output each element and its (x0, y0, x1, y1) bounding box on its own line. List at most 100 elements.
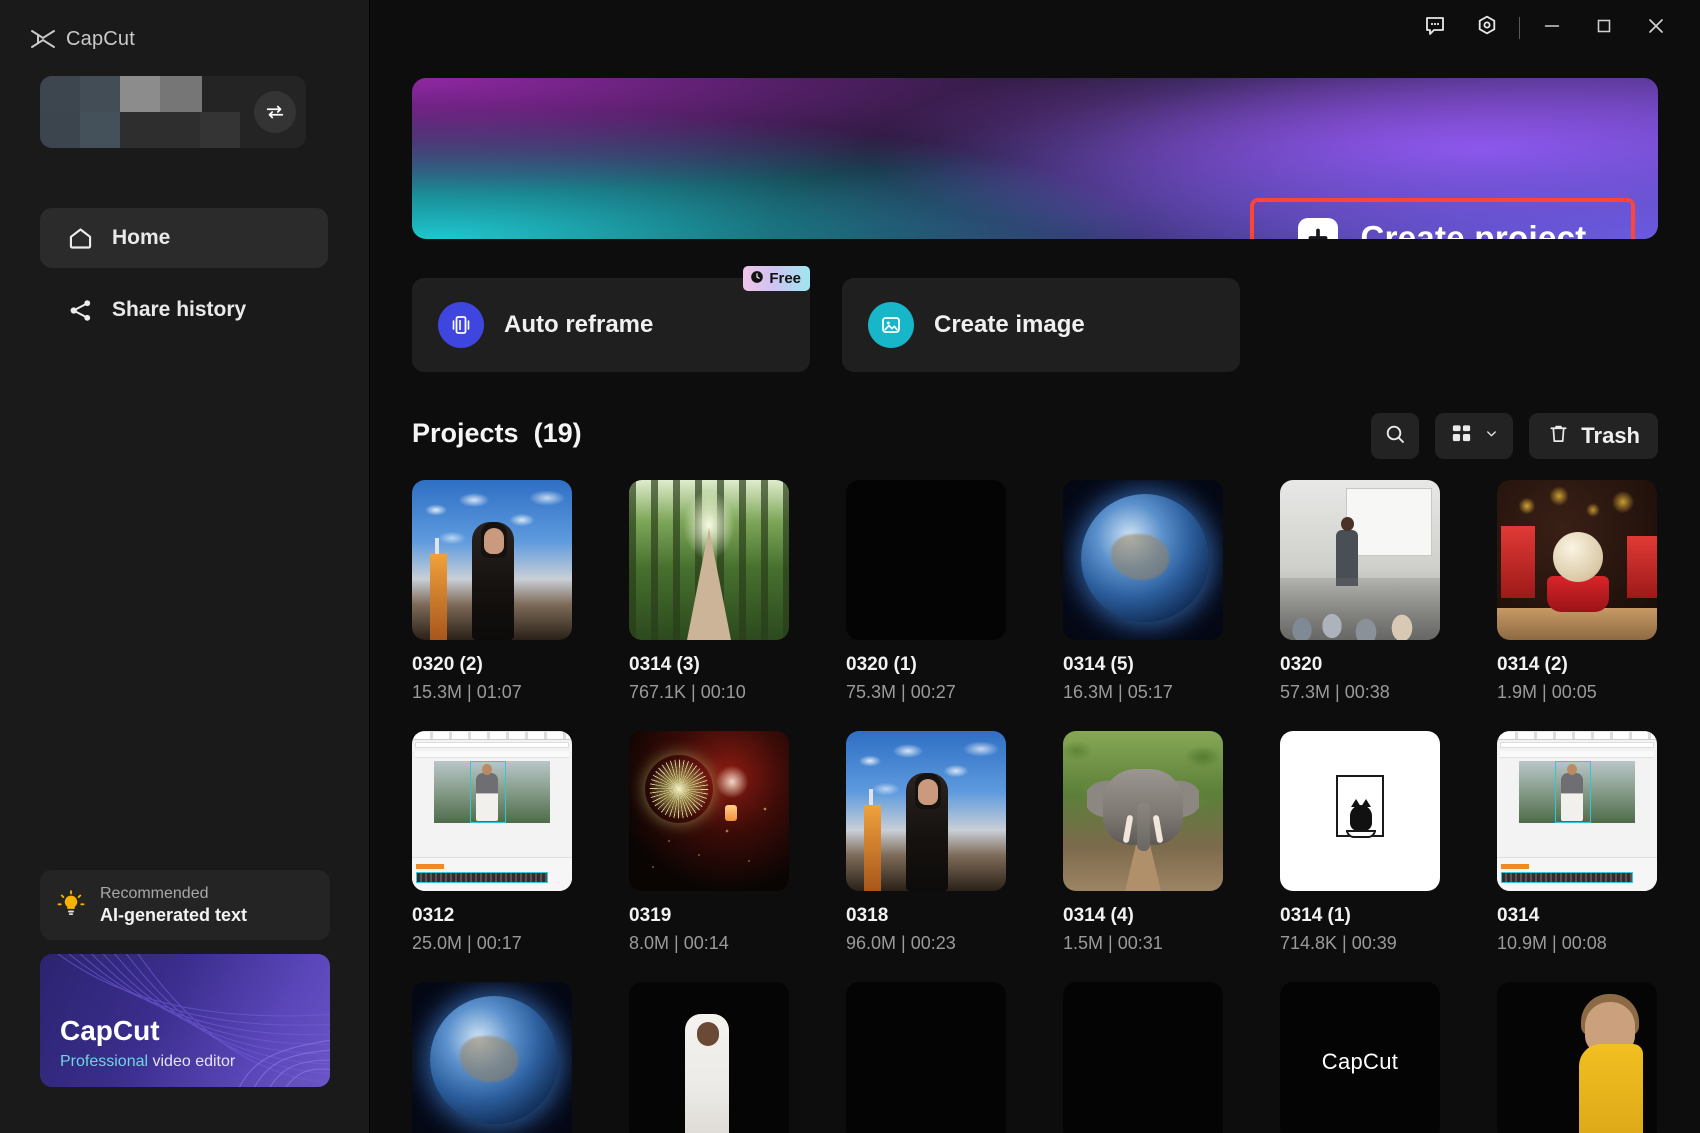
project-card[interactable] (846, 982, 1006, 1133)
close-button[interactable] (1630, 5, 1682, 51)
project-thumbnail[interactable] (846, 731, 1006, 891)
project-meta: 714.8K | 00:39 (1280, 933, 1440, 954)
project-thumbnail[interactable] (412, 982, 572, 1133)
project-thumbnail[interactable] (1280, 731, 1440, 891)
project-meta: 57.3M | 00:38 (1280, 682, 1440, 703)
project-card[interactable] (1063, 982, 1223, 1133)
project-thumbnail[interactable] (629, 480, 789, 640)
project-name: 0320 (1) (846, 654, 1006, 676)
project-card[interactable] (1497, 982, 1657, 1133)
project-thumbnail[interactable] (846, 480, 1006, 640)
project-thumbnail[interactable] (629, 982, 789, 1133)
project-card[interactable]: 0314 (4) 1.5M | 00:31 (1063, 731, 1223, 954)
chevron-down-icon (1484, 426, 1499, 446)
project-card[interactable]: 0320 (1) 75.3M | 00:27 (846, 480, 1006, 703)
trash-icon (1547, 422, 1570, 451)
promo-title: CapCut (60, 1015, 160, 1047)
sidebar-item-label-home: Home (112, 226, 170, 250)
minimize-button[interactable] (1526, 5, 1578, 51)
project-card[interactable]: 0314 10.9M | 00:08 (1497, 731, 1657, 954)
project-card[interactable]: 0312 25.0M | 00:17 (412, 731, 572, 954)
sidebar-item-home[interactable]: Home (40, 208, 328, 268)
capcut-logo-icon (30, 29, 56, 49)
project-thumbnail[interactable] (412, 731, 572, 891)
project-thumbnail[interactable] (1497, 982, 1657, 1133)
project-thumbnail[interactable] (629, 731, 789, 891)
project-thumbnail[interactable] (1497, 731, 1657, 891)
project-meta: 75.3M | 00:27 (846, 682, 1006, 703)
project-card[interactable]: 0314 (3) 767.1K | 00:10 (629, 480, 789, 703)
project-card[interactable] (629, 982, 789, 1133)
projects-grid: 0320 (2) 15.3M | 01:07 0314 (3) 767.1K |… (412, 480, 1672, 1133)
image-icon (868, 302, 914, 348)
chat-bubble-icon (1423, 14, 1447, 43)
maximize-button[interactable] (1578, 5, 1630, 51)
project-card[interactable]: 0319 8.0M | 00:14 (629, 731, 789, 954)
project-thumbnail[interactable] (1497, 480, 1657, 640)
project-name: 0314 (2) (1497, 654, 1657, 676)
account-card[interactable] (40, 76, 306, 148)
trash-label: Trash (1581, 423, 1640, 449)
project-card[interactable]: 0318 96.0M | 00:23 (846, 731, 1006, 954)
promo-subtitle-accent: Professional (60, 1053, 148, 1070)
create-image-card[interactable]: Create image (842, 278, 1240, 372)
project-card[interactable]: 0314 (5) 16.3M | 05:17 (1063, 480, 1223, 703)
project-card[interactable]: CapCut (1280, 982, 1440, 1133)
clock-icon (750, 270, 764, 288)
promo-subtitle-rest: video editor (148, 1053, 235, 1070)
auto-reframe-card[interactable]: Auto reframe Free (412, 278, 810, 372)
sidebar-item-share-history[interactable]: Share history (40, 280, 328, 340)
project-name: 0318 (846, 905, 1006, 927)
project-meta: 15.3M | 01:07 (412, 682, 572, 703)
maximize-icon (1593, 15, 1615, 42)
project-name: 0314 (5) (1063, 654, 1223, 676)
project-name: 0320 (2) (412, 654, 572, 676)
project-meta: 10.9M | 00:08 (1497, 933, 1657, 954)
projects-toolbar: Trash (1371, 413, 1658, 459)
projects-header: Projects (19) (412, 418, 1658, 462)
project-thumbnail[interactable] (412, 480, 572, 640)
page-title: Projects (19) (412, 418, 582, 448)
project-thumbnail[interactable] (846, 982, 1006, 1133)
recommended-title: AI-generated text (100, 904, 247, 927)
project-name: 0314 (1497, 905, 1657, 927)
search-icon (1383, 422, 1407, 451)
project-thumbnail[interactable]: CapCut (1280, 982, 1440, 1133)
project-meta: 8.0M | 00:14 (629, 933, 789, 954)
project-thumbnail[interactable] (1280, 480, 1440, 640)
account-name-censored (40, 76, 240, 148)
app-logo-text: CapCut (66, 28, 135, 51)
projects-title-text: Projects (412, 418, 519, 448)
project-card[interactable]: 0320 57.3M | 00:38 (1280, 480, 1440, 703)
sidebar: CapCut (0, 0, 370, 1133)
auto-reframe-label: Auto reframe (504, 311, 653, 339)
project-card[interactable]: 0314 (1) 714.8K | 00:39 (1280, 731, 1440, 954)
sidebar-nav: Home Share history (40, 208, 328, 352)
project-meta: 1.9M | 00:05 (1497, 682, 1657, 703)
trash-button[interactable]: Trash (1529, 413, 1658, 459)
project-name: 0320 (1280, 654, 1440, 676)
gear-hex-icon (1475, 14, 1499, 43)
project-card[interactable] (412, 982, 572, 1133)
project-card[interactable]: 0314 (2) 1.9M | 00:05 (1497, 480, 1657, 703)
titlebar-divider (1519, 17, 1520, 39)
project-thumbnail[interactable] (1063, 480, 1223, 640)
app-logo: CapCut (0, 0, 369, 58)
project-meta: 25.0M | 00:17 (412, 933, 572, 954)
minimize-icon (1541, 15, 1563, 42)
switch-account-icon[interactable] (254, 91, 296, 133)
view-mode-button[interactable] (1435, 413, 1513, 459)
project-thumbnail[interactable] (1063, 731, 1223, 891)
free-badge: Free (743, 266, 810, 291)
project-card[interactable]: 0320 (2) 15.3M | 01:07 (412, 480, 572, 703)
quick-actions-row: Auto reframe Free Create image (412, 278, 1240, 372)
recommended-label: Recommended (100, 884, 247, 904)
recommended-card[interactable]: Recommended AI-generated text (40, 870, 330, 940)
settings-button[interactable] (1461, 5, 1513, 51)
project-thumbnail[interactable] (1063, 982, 1223, 1133)
capcut-promo-card[interactable]: CapCut Professional video editor (40, 954, 330, 1087)
feedback-button[interactable] (1409, 5, 1461, 51)
create-project-banner: Create project (412, 78, 1658, 239)
search-button[interactable] (1371, 413, 1419, 459)
project-name: 0314 (4) (1063, 905, 1223, 927)
